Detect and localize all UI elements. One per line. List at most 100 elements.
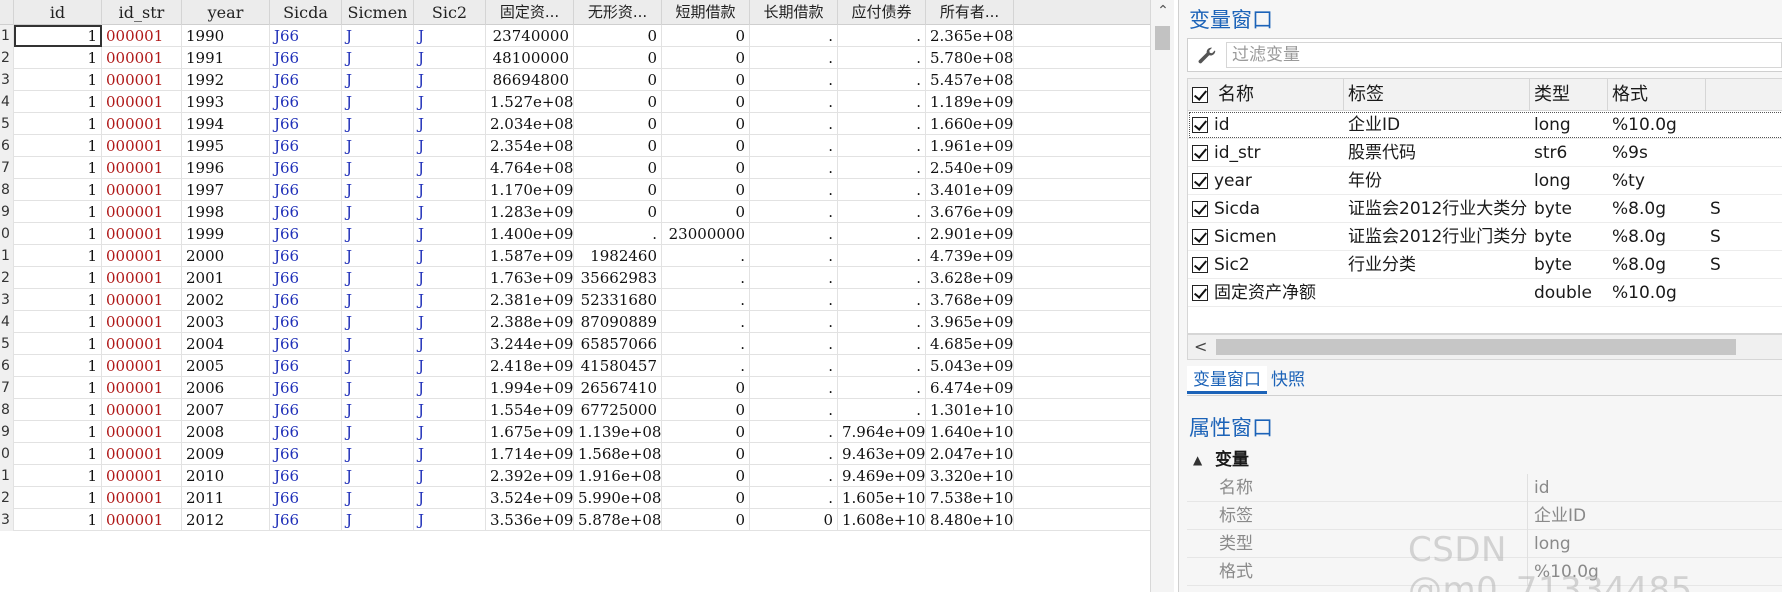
cell-id[interactable]: 1 [14, 201, 102, 223]
table-row[interactable]: 5 1 000001 2004 J66 J J 3.244e+09 65857066... 4.6… [0, 333, 1150, 355]
cell-id_str[interactable]: 000001 [102, 289, 182, 311]
cell-fa[interactable]: 3.524e+09 [486, 487, 574, 509]
cell-Sic2[interactable]: J [414, 289, 486, 311]
table-row[interactable]: 1 1 000001 2010 J66 J J 2.392e+09 1.916e+08 0. 9.4… [0, 465, 1150, 487]
scrollbar-thumb[interactable] [1155, 26, 1170, 50]
cell-year[interactable]: 2006 [182, 377, 270, 399]
cell-stb[interactable]: 23000000 [662, 223, 750, 245]
cell-id_str[interactable]: 000001 [102, 113, 182, 135]
cell-ia[interactable]: 5.878e+08 [574, 509, 662, 531]
cell-fa[interactable]: 3.244e+09 [486, 333, 574, 355]
cell-fa[interactable]: 2.392e+09 [486, 465, 574, 487]
variables-table[interactable]: 名称 标签 类型 格式 id 企业ID long %10.0g id_str 股票代码 st… [1187, 78, 1782, 334]
cell-stb[interactable]: . [662, 289, 750, 311]
cell-id_str[interactable]: 000001 [102, 443, 182, 465]
cell-fa[interactable]: 2.388e+09 [486, 311, 574, 333]
scroll-up-arrow-icon[interactable]: ⌃ [1151, 0, 1175, 24]
cell-Sicda[interactable]: J66 [270, 223, 342, 245]
col-header-fa[interactable]: 固定资... [486, 0, 574, 25]
col-header-type[interactable]: 类型 [1530, 79, 1608, 111]
cell-fa[interactable]: 2.354e+08 [486, 135, 574, 157]
cell-year[interactable]: 1999 [182, 223, 270, 245]
cell-Sic2[interactable]: J [414, 267, 486, 289]
cell-year[interactable]: 1992 [182, 69, 270, 91]
cell-stb[interactable]: . [662, 245, 750, 267]
cell-id_str[interactable]: 000001 [102, 201, 182, 223]
table-row[interactable]: 9 1 000001 1998 J66 J J 1.283e+09 0 0.. 3.676e+09 [0, 201, 1150, 223]
cell-Sic2[interactable]: J [414, 421, 486, 443]
col-header-year[interactable]: year [182, 0, 270, 25]
cell-oe[interactable]: 3.676e+09 [926, 201, 1014, 223]
cell-oe[interactable]: 3.401e+09 [926, 179, 1014, 201]
grid-vertical-scrollbar[interactable]: ⌃ [1150, 0, 1174, 592]
cell-stb[interactable]: 0 [662, 91, 750, 113]
col-header-name[interactable]: 名称 [1214, 79, 1344, 111]
cell-stb[interactable]: . [662, 333, 750, 355]
cell-Sicda[interactable]: J66 [270, 509, 342, 531]
cell-stb[interactable]: . [662, 267, 750, 289]
cell-year[interactable]: 1994 [182, 113, 270, 135]
cell-year[interactable]: 1998 [182, 201, 270, 223]
cell-Sic2[interactable]: J [414, 245, 486, 267]
cell-year[interactable]: 2010 [182, 465, 270, 487]
cell-ltb[interactable]: . [750, 157, 838, 179]
cell-year[interactable]: 1996 [182, 157, 270, 179]
cell-id_str[interactable]: 000001 [102, 311, 182, 333]
cell-id[interactable]: 1 [14, 421, 102, 443]
col-header-stb[interactable]: 短期借款 [662, 0, 750, 25]
cell-Sic2[interactable]: J [414, 69, 486, 91]
cell-fa[interactable]: 1.283e+09 [486, 201, 574, 223]
cell-Sicmen[interactable]: J [342, 47, 414, 69]
table-row[interactable]: 3 1 000001 2012 J66 J J 3.536e+09 5.878e+08 0 0 1.6… [0, 509, 1150, 531]
cell-ltb[interactable]: . [750, 421, 838, 443]
cell-Sicda[interactable]: J66 [270, 135, 342, 157]
cell-ltb[interactable]: . [750, 333, 838, 355]
col-header-ltb[interactable]: 长期借款 [750, 0, 838, 25]
cell-ltb[interactable]: . [750, 487, 838, 509]
variable-row[interactable]: id_str 股票代码 str6 %9s [1188, 139, 1782, 167]
hscroll-thumb[interactable] [1216, 339, 1736, 355]
cell-Sicmen[interactable]: J [342, 355, 414, 377]
property-value[interactable]: 企业ID [1527, 502, 1586, 530]
cell-oe[interactable]: 2.365e+08 [926, 25, 1014, 47]
cell-Sicmen[interactable]: J [342, 289, 414, 311]
cell-id[interactable]: 1 [14, 333, 102, 355]
cell-id_str[interactable]: 000001 [102, 267, 182, 289]
cell-ltb[interactable]: . [750, 25, 838, 47]
cell-id_str[interactable]: 000001 [102, 25, 182, 47]
table-row[interactable]: 7 1 000001 2006 J66 J J 1.994e+09 26567410 0.. 6.4… [0, 377, 1150, 399]
cell-Sicda[interactable]: J66 [270, 113, 342, 135]
cell-stb[interactable]: 0 [662, 421, 750, 443]
cell-bp[interactable]: . [838, 25, 926, 47]
cell-bp[interactable]: . [838, 47, 926, 69]
col-header-bp[interactable]: 应付债券 [838, 0, 926, 25]
cell-stb[interactable]: 0 [662, 25, 750, 47]
cell-oe[interactable]: 1.660e+09 [926, 113, 1014, 135]
cell-ia[interactable]: 65857066 [574, 333, 662, 355]
col-header-oe[interactable]: 所有者... [926, 0, 1014, 25]
cell-ia[interactable]: 0 [574, 113, 662, 135]
cell-ia[interactable]: 0 [574, 179, 662, 201]
cell-ltb[interactable]: . [750, 443, 838, 465]
tab-snapshots[interactable]: 快照 [1265, 366, 1311, 394]
cell-Sicmen[interactable]: J [342, 311, 414, 333]
cell-ltb[interactable]: . [750, 377, 838, 399]
cell-ltb[interactable]: . [750, 399, 838, 421]
cell-bp[interactable]: . [838, 157, 926, 179]
cell-Sicmen[interactable]: J [342, 245, 414, 267]
cell-ltb[interactable]: . [750, 465, 838, 487]
cell-fa[interactable]: 1.994e+09 [486, 377, 574, 399]
table-row[interactable]: 3 1 000001 1992 J66 J J 86694800 0 0.. 5.457e+08 [0, 69, 1150, 91]
variable-row[interactable]: year 年份 long %ty [1188, 167, 1782, 195]
cell-ltb[interactable]: 0 [750, 509, 838, 531]
cell-Sicda[interactable]: J66 [270, 267, 342, 289]
cell-fa[interactable]: 3.536e+09 [486, 509, 574, 531]
cell-stb[interactable]: 0 [662, 487, 750, 509]
cell-id[interactable]: 1 [14, 47, 102, 69]
cell-id_str[interactable]: 000001 [102, 399, 182, 421]
cell-id[interactable]: 1 [14, 465, 102, 487]
table-row[interactable]: 4 1 000001 1993 J66 J J 1.527e+08 0 0.. 1.189e+09 [0, 91, 1150, 113]
cell-Sicda[interactable]: J66 [270, 399, 342, 421]
cell-year[interactable]: 1997 [182, 179, 270, 201]
cell-Sicda[interactable]: J66 [270, 377, 342, 399]
